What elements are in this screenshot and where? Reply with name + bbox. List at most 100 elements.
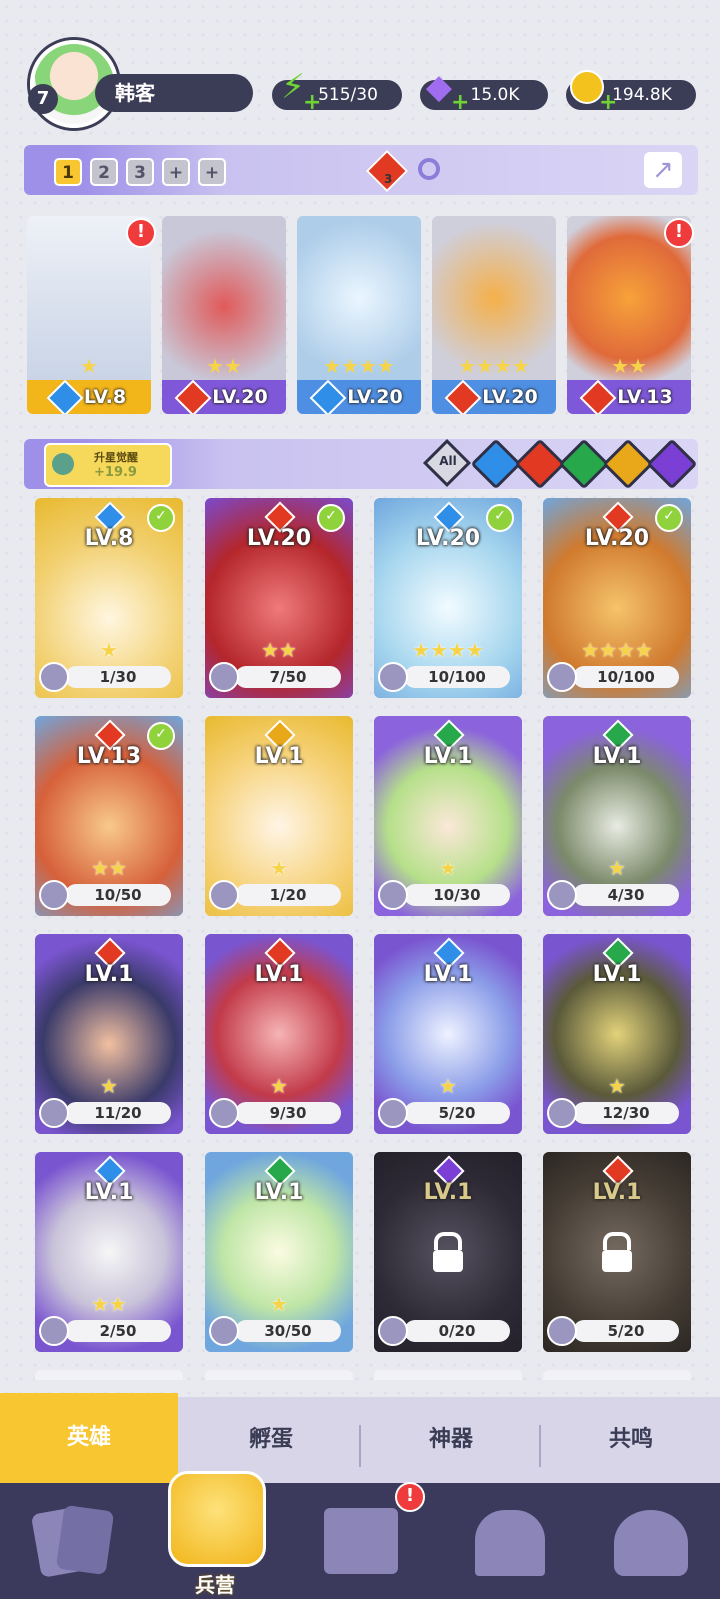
energy-value: 515/30 xyxy=(318,85,378,105)
team-tab-3[interactable]: 3 xyxy=(126,158,154,186)
coins-value: 194.8K xyxy=(612,85,672,105)
hero-level: LV.1 xyxy=(254,744,304,769)
hero-card[interactable]: LV.1 ★★ 2/50 xyxy=(35,1152,183,1352)
hero-level: LV.1 xyxy=(592,962,642,987)
fragment-icon xyxy=(209,1098,239,1128)
hero-stars: ★ xyxy=(608,1074,626,1098)
star-awaken-button[interactable]: 升星觉醒 +19.9 xyxy=(44,443,172,487)
hero-card-locked[interactable]: LV.1 5/20 xyxy=(543,1152,691,1352)
hero-level: LV.20 xyxy=(246,526,312,551)
fragment-progress: 5/20 xyxy=(573,1320,679,1342)
barracks-label: 兵营 xyxy=(195,1573,235,1597)
lineup-stars: ★★★★ xyxy=(458,354,530,378)
lineup-level: LV.13 xyxy=(567,379,691,414)
barracks-nav-button[interactable]: 兵营 xyxy=(160,1463,270,1599)
hero-card-locked[interactable]: LV.1 0/20 xyxy=(374,1152,522,1352)
cards-nav-button[interactable] xyxy=(30,1500,120,1580)
barracks-icon xyxy=(168,1471,266,1567)
lineup-slot-4[interactable]: ★★★★ LV.20 xyxy=(432,216,556,414)
fragment-icon xyxy=(209,880,239,910)
fragment-progress: 7/50 xyxy=(235,666,341,688)
fire-element-icon xyxy=(174,379,212,414)
hero-stars: ★ xyxy=(270,856,288,880)
lock-icon xyxy=(430,1232,466,1272)
share-icon[interactable]: ↗ xyxy=(644,152,682,188)
hero-level: LV.1 xyxy=(423,744,473,769)
temple-icon xyxy=(475,1510,545,1576)
hero-card[interactable]: LV.1 ★ 11/20 xyxy=(35,934,183,1134)
hero-level: LV.1 xyxy=(84,962,134,987)
fragment-progress: 10/50 xyxy=(65,884,171,906)
lineup-level: LV.8 xyxy=(27,379,151,414)
temple-nav-button[interactable] xyxy=(465,1500,555,1580)
team-tab-2[interactable]: 2 xyxy=(90,158,118,186)
hero-level: LV.20 xyxy=(584,526,650,551)
next-row-edge xyxy=(543,1370,691,1380)
hero-card[interactable]: LV.1 ★ 1/20 xyxy=(205,716,353,916)
gems-add-icon[interactable]: + xyxy=(451,92,469,114)
fragment-progress: 5/20 xyxy=(404,1102,510,1124)
fragment-icon xyxy=(209,1316,239,1346)
alert-badge: ! xyxy=(664,218,694,248)
coins-add-icon[interactable]: + xyxy=(599,92,617,114)
player-name[interactable]: 韩客 xyxy=(95,74,253,112)
hero-card[interactable]: LV.1 ★ 9/30 xyxy=(205,934,353,1134)
hero-level: LV.8 xyxy=(84,526,134,551)
hero-card[interactable]: ✓ LV.20 ★★★★ 10/100 xyxy=(543,498,691,698)
tab-heroes[interactable]: 英雄 xyxy=(0,1393,178,1483)
lineup-slot-3[interactable]: ★★★★ LV.20 xyxy=(297,216,421,414)
hero-card[interactable]: LV.1 ★ 5/20 xyxy=(374,934,522,1134)
guild-nav-button[interactable] xyxy=(606,1500,696,1580)
fragment-icon xyxy=(378,1316,408,1346)
lock-icon xyxy=(599,1232,635,1272)
map-nav-button[interactable] xyxy=(318,1500,408,1580)
team-tab-add-1[interactable]: + xyxy=(162,158,190,186)
lineup-stars: ★★ xyxy=(611,354,647,378)
lineup-level-text: LV.13 xyxy=(617,386,673,408)
hero-card[interactable]: ✓ LV.8 ★ 1/30 xyxy=(35,498,183,698)
search-icon[interactable] xyxy=(418,158,440,180)
tab-resonance[interactable]: 共鸣 xyxy=(542,1397,720,1483)
next-row-edge xyxy=(374,1370,522,1380)
hero-card[interactable]: LV.1 ★ 12/30 xyxy=(543,934,691,1134)
hero-level: LV.1 xyxy=(423,962,473,987)
tab-divider xyxy=(359,1425,361,1467)
lineup-level: LV.20 xyxy=(162,379,286,414)
lineup-slot-2[interactable]: ★★ LV.20 xyxy=(162,216,286,414)
hero-level: LV.1 xyxy=(592,1180,642,1205)
hero-stars: ★ xyxy=(100,1074,118,1098)
fragment-icon xyxy=(209,662,239,692)
fragment-icon xyxy=(547,662,577,692)
guild-icon xyxy=(614,1510,688,1576)
energy-add-icon[interactable]: + xyxy=(303,92,321,114)
hero-card[interactable]: LV.1 ★ 30/50 xyxy=(205,1152,353,1352)
next-row-edge xyxy=(205,1370,353,1380)
fire-element-icon xyxy=(444,379,482,414)
fragment-icon xyxy=(39,880,69,910)
lineup-stars: ★★★★ xyxy=(323,354,395,378)
fragment-progress: 11/20 xyxy=(65,1102,171,1124)
fragment-progress: 12/30 xyxy=(573,1102,679,1124)
fragment-progress: 0/20 xyxy=(404,1320,510,1342)
tab-artifacts[interactable]: 神器 xyxy=(362,1397,540,1483)
hero-card[interactable]: LV.1 ★ 10/30 xyxy=(374,716,522,916)
lineup-level: LV.20 xyxy=(432,379,556,414)
water-element-icon xyxy=(46,379,84,414)
team-tab-add-2[interactable]: + xyxy=(198,158,226,186)
hero-level: LV.1 xyxy=(254,962,304,987)
fragment-progress: 9/30 xyxy=(235,1102,341,1124)
element-count-value: 3 xyxy=(384,172,393,186)
hero-stars: ★ xyxy=(439,1074,457,1098)
fragment-icon xyxy=(39,1316,69,1346)
lineup-level-text: LV.8 xyxy=(83,386,127,408)
fragment-progress: 1/30 xyxy=(65,666,171,688)
fragment-progress: 1/20 xyxy=(235,884,341,906)
hero-card[interactable]: LV.1 ★ 4/30 xyxy=(543,716,691,916)
team-tab-1[interactable]: 1 xyxy=(54,158,82,186)
hero-card[interactable]: ✓ LV.13 ★★ 10/50 xyxy=(35,716,183,916)
player-name-text: 韩客 xyxy=(115,81,155,105)
hero-card[interactable]: ✓ LV.20 ★★★★ 10/100 xyxy=(374,498,522,698)
hero-stars: ★ xyxy=(270,1292,288,1316)
hero-card[interactable]: ✓ LV.20 ★★ 7/50 xyxy=(205,498,353,698)
lineup-level-text: LV.20 xyxy=(482,386,538,408)
